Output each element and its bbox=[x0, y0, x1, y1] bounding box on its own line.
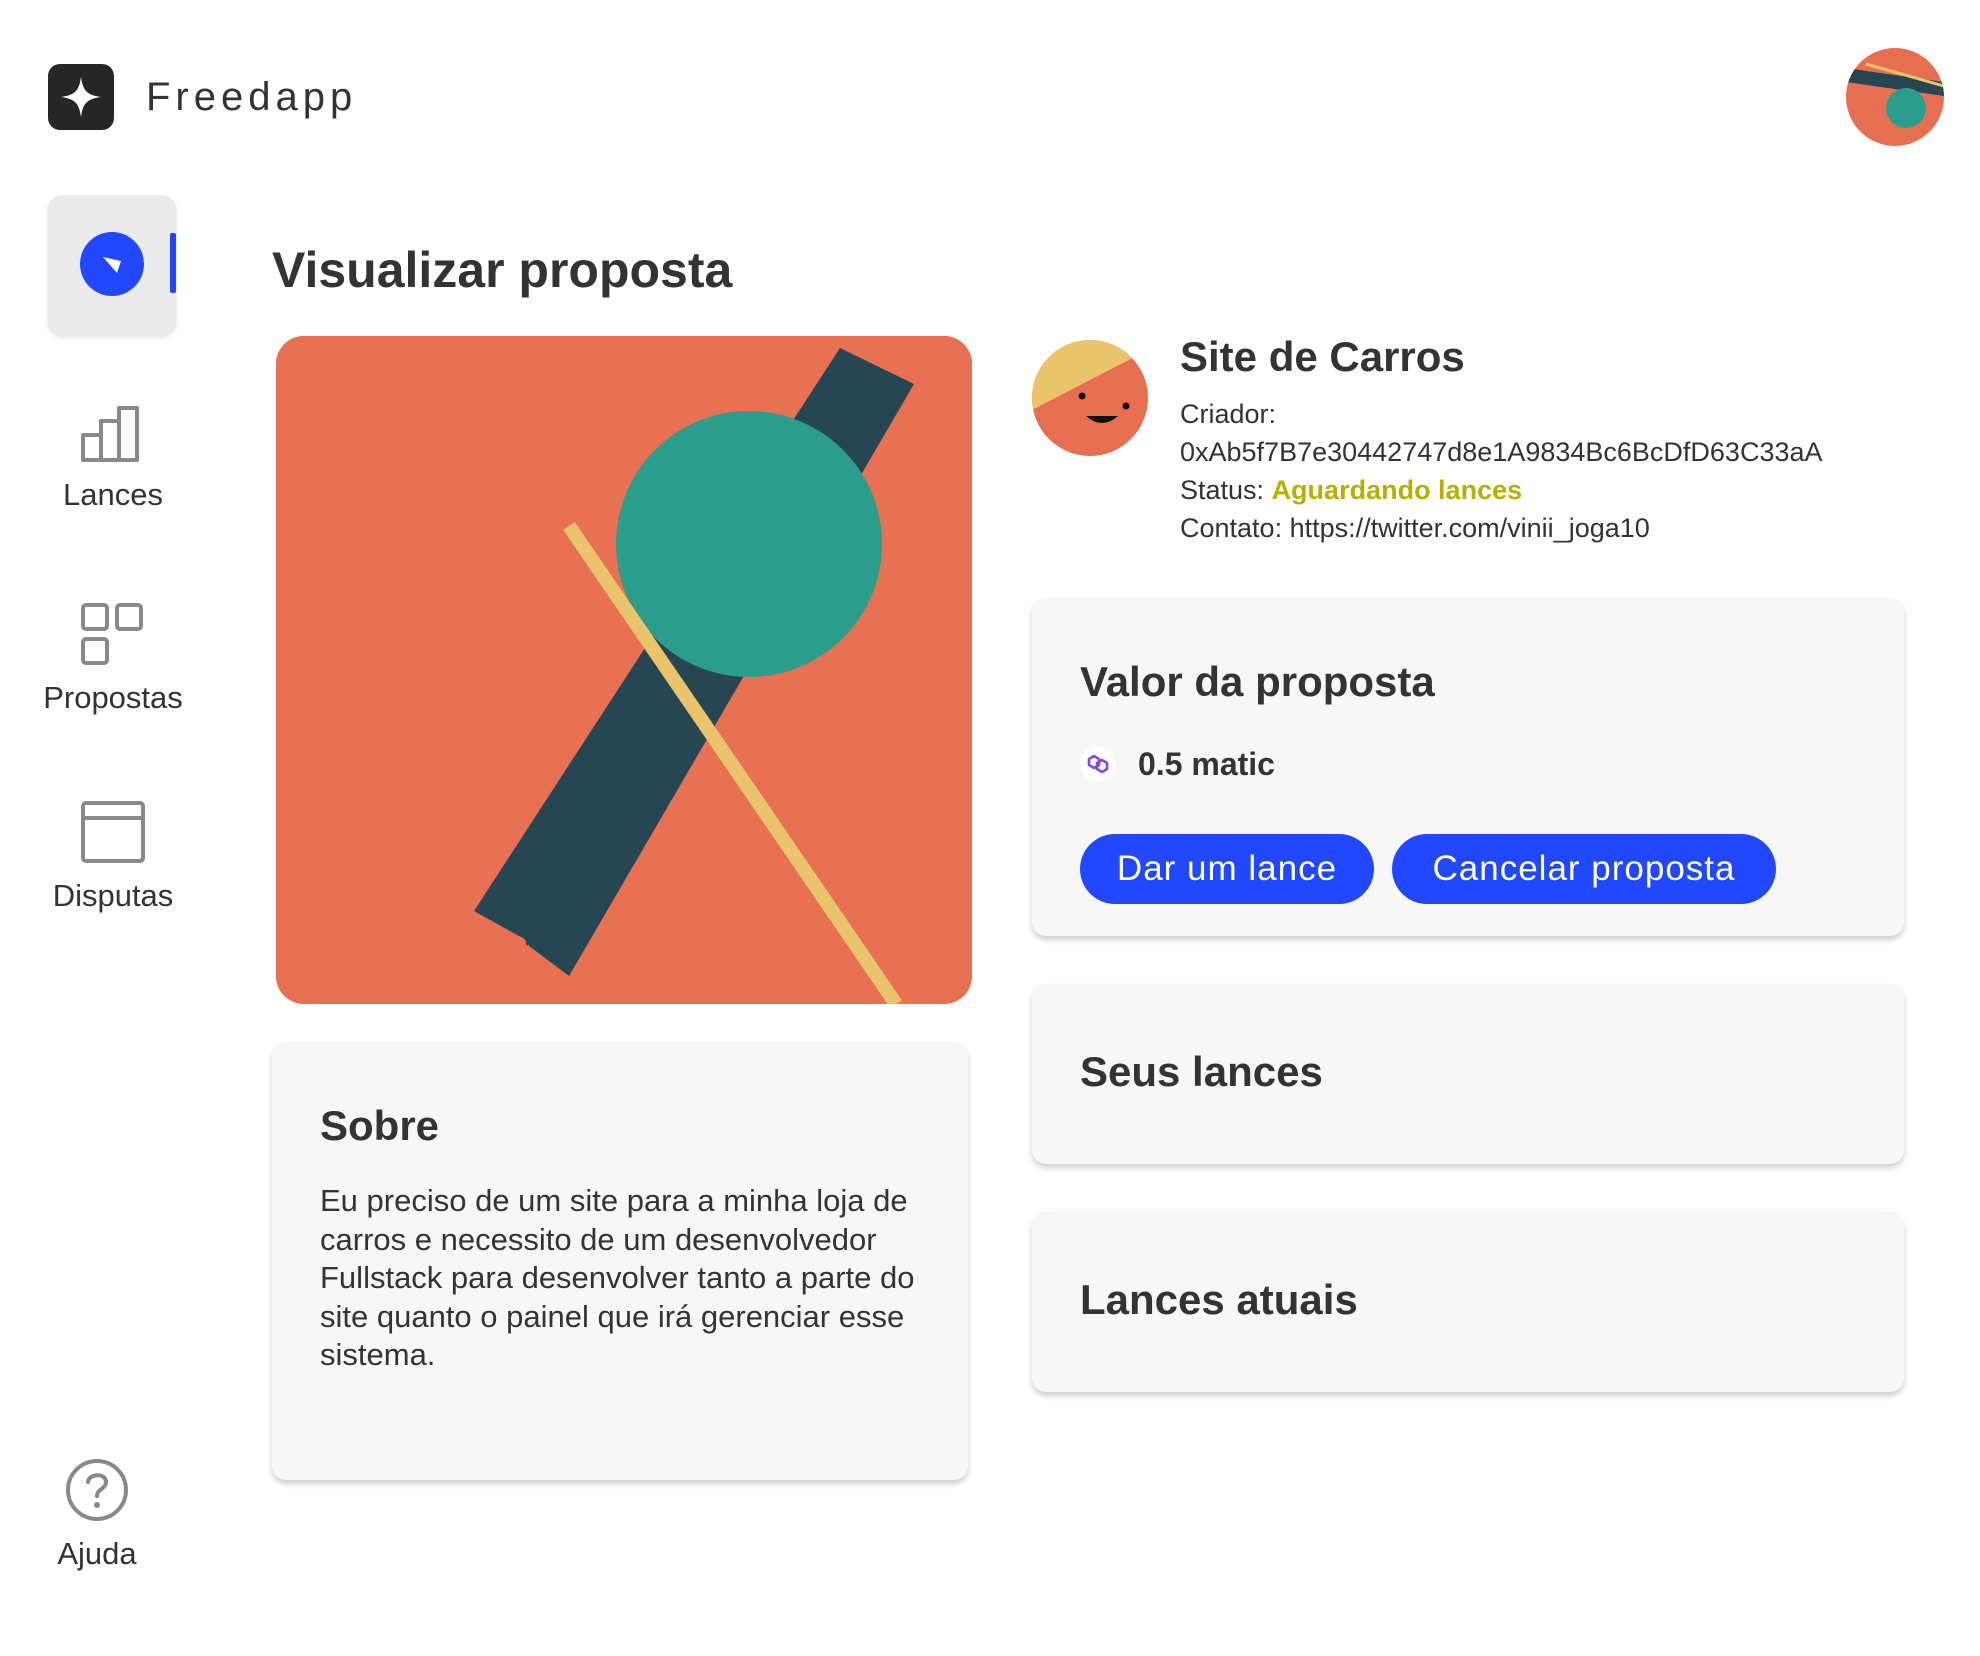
proposal-title: Site de Carros bbox=[1180, 333, 1465, 380]
matic-icon bbox=[1080, 746, 1116, 782]
creator-label: Criador: bbox=[1180, 399, 1277, 429]
contact-label: Contato: bbox=[1180, 513, 1283, 543]
bid-button[interactable]: Dar um lance bbox=[1080, 834, 1374, 904]
proposal-image bbox=[276, 336, 972, 1004]
contact-link[interactable]: https://twitter.com/vinii_joga10 bbox=[1290, 513, 1650, 543]
bar-chart-icon bbox=[81, 406, 139, 462]
your-bids-card: Seus lances bbox=[1032, 984, 1904, 1164]
current-bids-card: Lances atuais bbox=[1032, 1212, 1904, 1392]
creator-address: 0xAb5f7B7e30442747d8e1A9834Bc6BcDfD63C33… bbox=[1180, 437, 1823, 467]
about-heading: Sobre bbox=[320, 1102, 440, 1149]
value-heading: Valor da proposta bbox=[1080, 658, 1435, 705]
app-name: Freedapp bbox=[146, 75, 358, 119]
page-title: Visualizar proposta bbox=[272, 242, 733, 298]
user-avatar[interactable] bbox=[1846, 48, 1944, 146]
sidebar-item-label: Lances bbox=[63, 477, 163, 512]
active-indicator bbox=[170, 233, 176, 293]
sidebar-item-label: Disputas bbox=[52, 878, 174, 913]
app-logo[interactable] bbox=[48, 64, 114, 130]
your-bids-heading: Seus lances bbox=[1080, 1048, 1323, 1095]
help-circle-icon bbox=[66, 1459, 128, 1521]
status-value: Aguardando lances bbox=[1271, 475, 1523, 505]
contact-line: Contato: https://twitter.com/vinii_joga1… bbox=[1180, 509, 1650, 547]
sidebar-item-propostas[interactable]: Propostas bbox=[20, 602, 206, 716]
grid-icon bbox=[81, 603, 143, 665]
sparkle-icon bbox=[61, 77, 101, 117]
about-card: Sobre Eu preciso de um site para a minha… bbox=[272, 1042, 968, 1480]
sidebar-item-disputas[interactable]: Disputas bbox=[20, 800, 206, 914]
about-text: Eu preciso de um site para a minha loja … bbox=[320, 1183, 915, 1372]
current-bids-heading: Lances atuais bbox=[1080, 1276, 1358, 1323]
status-label: Status: bbox=[1180, 475, 1265, 505]
browser-window-icon bbox=[81, 801, 145, 863]
value-card: Valor da proposta 0.5 matic Dar um lance… bbox=[1032, 598, 1904, 936]
help-label: Ajuda bbox=[57, 1536, 137, 1571]
sidebar-item-lances[interactable]: Lances bbox=[20, 405, 206, 513]
compass-icon bbox=[80, 232, 144, 296]
proposal-amount: 0.5 matic bbox=[1138, 746, 1275, 782]
help-link[interactable]: Ajuda bbox=[4, 1458, 190, 1572]
creator-avatar[interactable] bbox=[1032, 340, 1148, 456]
sidebar-item-label: Propostas bbox=[43, 680, 183, 715]
cancel-proposal-button[interactable]: Cancelar proposta bbox=[1392, 834, 1776, 904]
status-line: Status: Aguardando lances bbox=[1180, 471, 1522, 509]
